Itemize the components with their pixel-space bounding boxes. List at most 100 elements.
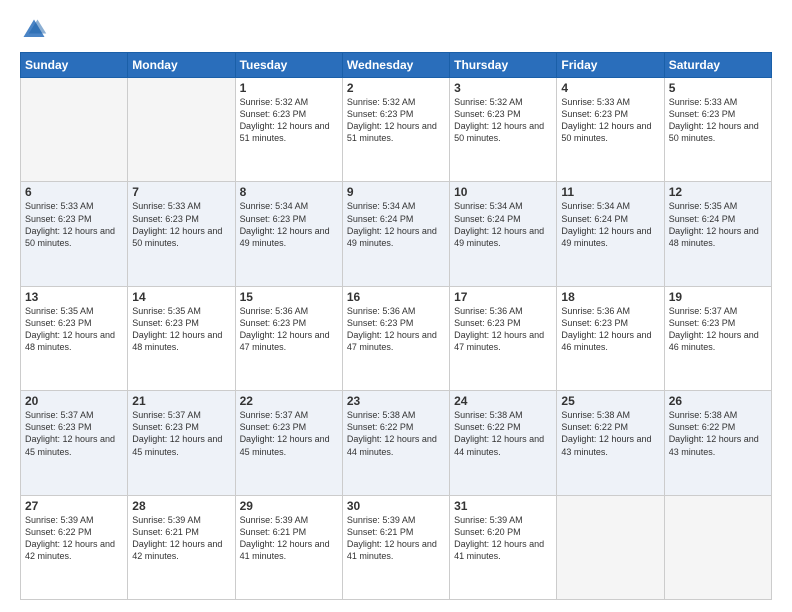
day-info: Sunrise: 5:32 AM Sunset: 6:23 PM Dayligh… <box>454 96 552 145</box>
header <box>20 16 772 44</box>
calendar-cell: 20Sunrise: 5:37 AM Sunset: 6:23 PM Dayli… <box>21 391 128 495</box>
calendar-cell <box>664 495 771 599</box>
calendar-cell: 29Sunrise: 5:39 AM Sunset: 6:21 PM Dayli… <box>235 495 342 599</box>
day-number: 3 <box>454 81 552 95</box>
calendar-cell: 26Sunrise: 5:38 AM Sunset: 6:22 PM Dayli… <box>664 391 771 495</box>
day-info: Sunrise: 5:37 AM Sunset: 6:23 PM Dayligh… <box>669 305 767 354</box>
calendar-cell: 22Sunrise: 5:37 AM Sunset: 6:23 PM Dayli… <box>235 391 342 495</box>
day-number: 27 <box>25 499 123 513</box>
day-number: 20 <box>25 394 123 408</box>
day-number: 8 <box>240 185 338 199</box>
day-number: 28 <box>132 499 230 513</box>
day-number: 26 <box>669 394 767 408</box>
calendar-cell: 25Sunrise: 5:38 AM Sunset: 6:22 PM Dayli… <box>557 391 664 495</box>
day-number: 29 <box>240 499 338 513</box>
weekday-header-friday: Friday <box>557 53 664 78</box>
calendar-cell <box>557 495 664 599</box>
day-info: Sunrise: 5:39 AM Sunset: 6:21 PM Dayligh… <box>132 514 230 563</box>
day-number: 14 <box>132 290 230 304</box>
calendar-cell: 1Sunrise: 5:32 AM Sunset: 6:23 PM Daylig… <box>235 78 342 182</box>
day-info: Sunrise: 5:32 AM Sunset: 6:23 PM Dayligh… <box>240 96 338 145</box>
day-info: Sunrise: 5:36 AM Sunset: 6:23 PM Dayligh… <box>454 305 552 354</box>
weekday-header-saturday: Saturday <box>664 53 771 78</box>
calendar-cell: 12Sunrise: 5:35 AM Sunset: 6:24 PM Dayli… <box>664 182 771 286</box>
day-number: 5 <box>669 81 767 95</box>
weekday-header-row: SundayMondayTuesdayWednesdayThursdayFrid… <box>21 53 772 78</box>
day-number: 4 <box>561 81 659 95</box>
day-info: Sunrise: 5:36 AM Sunset: 6:23 PM Dayligh… <box>240 305 338 354</box>
day-info: Sunrise: 5:32 AM Sunset: 6:23 PM Dayligh… <box>347 96 445 145</box>
logo-icon <box>20 16 48 44</box>
calendar-cell: 27Sunrise: 5:39 AM Sunset: 6:22 PM Dayli… <box>21 495 128 599</box>
calendar-cell: 30Sunrise: 5:39 AM Sunset: 6:21 PM Dayli… <box>342 495 449 599</box>
weekday-header-wednesday: Wednesday <box>342 53 449 78</box>
day-number: 10 <box>454 185 552 199</box>
day-number: 23 <box>347 394 445 408</box>
calendar-cell: 10Sunrise: 5:34 AM Sunset: 6:24 PM Dayli… <box>450 182 557 286</box>
calendar-cell: 8Sunrise: 5:34 AM Sunset: 6:23 PM Daylig… <box>235 182 342 286</box>
day-number: 13 <box>25 290 123 304</box>
weekday-header-tuesday: Tuesday <box>235 53 342 78</box>
calendar-cell: 28Sunrise: 5:39 AM Sunset: 6:21 PM Dayli… <box>128 495 235 599</box>
calendar-cell: 5Sunrise: 5:33 AM Sunset: 6:23 PM Daylig… <box>664 78 771 182</box>
day-info: Sunrise: 5:33 AM Sunset: 6:23 PM Dayligh… <box>132 200 230 249</box>
calendar-cell <box>21 78 128 182</box>
day-number: 18 <box>561 290 659 304</box>
day-info: Sunrise: 5:39 AM Sunset: 6:21 PM Dayligh… <box>347 514 445 563</box>
calendar-cell: 7Sunrise: 5:33 AM Sunset: 6:23 PM Daylig… <box>128 182 235 286</box>
day-number: 30 <box>347 499 445 513</box>
week-row-5: 27Sunrise: 5:39 AM Sunset: 6:22 PM Dayli… <box>21 495 772 599</box>
day-number: 25 <box>561 394 659 408</box>
calendar-cell: 21Sunrise: 5:37 AM Sunset: 6:23 PM Dayli… <box>128 391 235 495</box>
day-number: 9 <box>347 185 445 199</box>
day-info: Sunrise: 5:38 AM Sunset: 6:22 PM Dayligh… <box>561 409 659 458</box>
day-info: Sunrise: 5:34 AM Sunset: 6:24 PM Dayligh… <box>454 200 552 249</box>
day-number: 16 <box>347 290 445 304</box>
calendar-cell <box>128 78 235 182</box>
day-number: 21 <box>132 394 230 408</box>
weekday-header-sunday: Sunday <box>21 53 128 78</box>
day-info: Sunrise: 5:33 AM Sunset: 6:23 PM Dayligh… <box>669 96 767 145</box>
day-number: 2 <box>347 81 445 95</box>
week-row-2: 6Sunrise: 5:33 AM Sunset: 6:23 PM Daylig… <box>21 182 772 286</box>
day-info: Sunrise: 5:39 AM Sunset: 6:21 PM Dayligh… <box>240 514 338 563</box>
day-info: Sunrise: 5:35 AM Sunset: 6:23 PM Dayligh… <box>25 305 123 354</box>
calendar-cell: 13Sunrise: 5:35 AM Sunset: 6:23 PM Dayli… <box>21 286 128 390</box>
calendar-cell: 3Sunrise: 5:32 AM Sunset: 6:23 PM Daylig… <box>450 78 557 182</box>
day-number: 15 <box>240 290 338 304</box>
day-info: Sunrise: 5:35 AM Sunset: 6:23 PM Dayligh… <box>132 305 230 354</box>
calendar-cell: 16Sunrise: 5:36 AM Sunset: 6:23 PM Dayli… <box>342 286 449 390</box>
calendar-cell: 19Sunrise: 5:37 AM Sunset: 6:23 PM Dayli… <box>664 286 771 390</box>
calendar-cell: 24Sunrise: 5:38 AM Sunset: 6:22 PM Dayli… <box>450 391 557 495</box>
day-info: Sunrise: 5:33 AM Sunset: 6:23 PM Dayligh… <box>25 200 123 249</box>
day-number: 7 <box>132 185 230 199</box>
weekday-header-monday: Monday <box>128 53 235 78</box>
calendar-cell: 9Sunrise: 5:34 AM Sunset: 6:24 PM Daylig… <box>342 182 449 286</box>
day-info: Sunrise: 5:35 AM Sunset: 6:24 PM Dayligh… <box>669 200 767 249</box>
calendar-cell: 15Sunrise: 5:36 AM Sunset: 6:23 PM Dayli… <box>235 286 342 390</box>
day-number: 19 <box>669 290 767 304</box>
day-info: Sunrise: 5:37 AM Sunset: 6:23 PM Dayligh… <box>132 409 230 458</box>
day-number: 11 <box>561 185 659 199</box>
day-number: 12 <box>669 185 767 199</box>
day-info: Sunrise: 5:37 AM Sunset: 6:23 PM Dayligh… <box>25 409 123 458</box>
day-number: 17 <box>454 290 552 304</box>
calendar-table: SundayMondayTuesdayWednesdayThursdayFrid… <box>20 52 772 600</box>
page: SundayMondayTuesdayWednesdayThursdayFrid… <box>0 0 792 612</box>
calendar-cell: 17Sunrise: 5:36 AM Sunset: 6:23 PM Dayli… <box>450 286 557 390</box>
day-info: Sunrise: 5:38 AM Sunset: 6:22 PM Dayligh… <box>454 409 552 458</box>
day-number: 31 <box>454 499 552 513</box>
calendar-cell: 11Sunrise: 5:34 AM Sunset: 6:24 PM Dayli… <box>557 182 664 286</box>
calendar-cell: 6Sunrise: 5:33 AM Sunset: 6:23 PM Daylig… <box>21 182 128 286</box>
day-info: Sunrise: 5:36 AM Sunset: 6:23 PM Dayligh… <box>347 305 445 354</box>
day-info: Sunrise: 5:37 AM Sunset: 6:23 PM Dayligh… <box>240 409 338 458</box>
day-info: Sunrise: 5:39 AM Sunset: 6:20 PM Dayligh… <box>454 514 552 563</box>
day-info: Sunrise: 5:34 AM Sunset: 6:24 PM Dayligh… <box>347 200 445 249</box>
calendar-cell: 4Sunrise: 5:33 AM Sunset: 6:23 PM Daylig… <box>557 78 664 182</box>
day-number: 1 <box>240 81 338 95</box>
day-info: Sunrise: 5:34 AM Sunset: 6:24 PM Dayligh… <box>561 200 659 249</box>
day-info: Sunrise: 5:38 AM Sunset: 6:22 PM Dayligh… <box>669 409 767 458</box>
week-row-4: 20Sunrise: 5:37 AM Sunset: 6:23 PM Dayli… <box>21 391 772 495</box>
week-row-1: 1Sunrise: 5:32 AM Sunset: 6:23 PM Daylig… <box>21 78 772 182</box>
calendar-cell: 2Sunrise: 5:32 AM Sunset: 6:23 PM Daylig… <box>342 78 449 182</box>
